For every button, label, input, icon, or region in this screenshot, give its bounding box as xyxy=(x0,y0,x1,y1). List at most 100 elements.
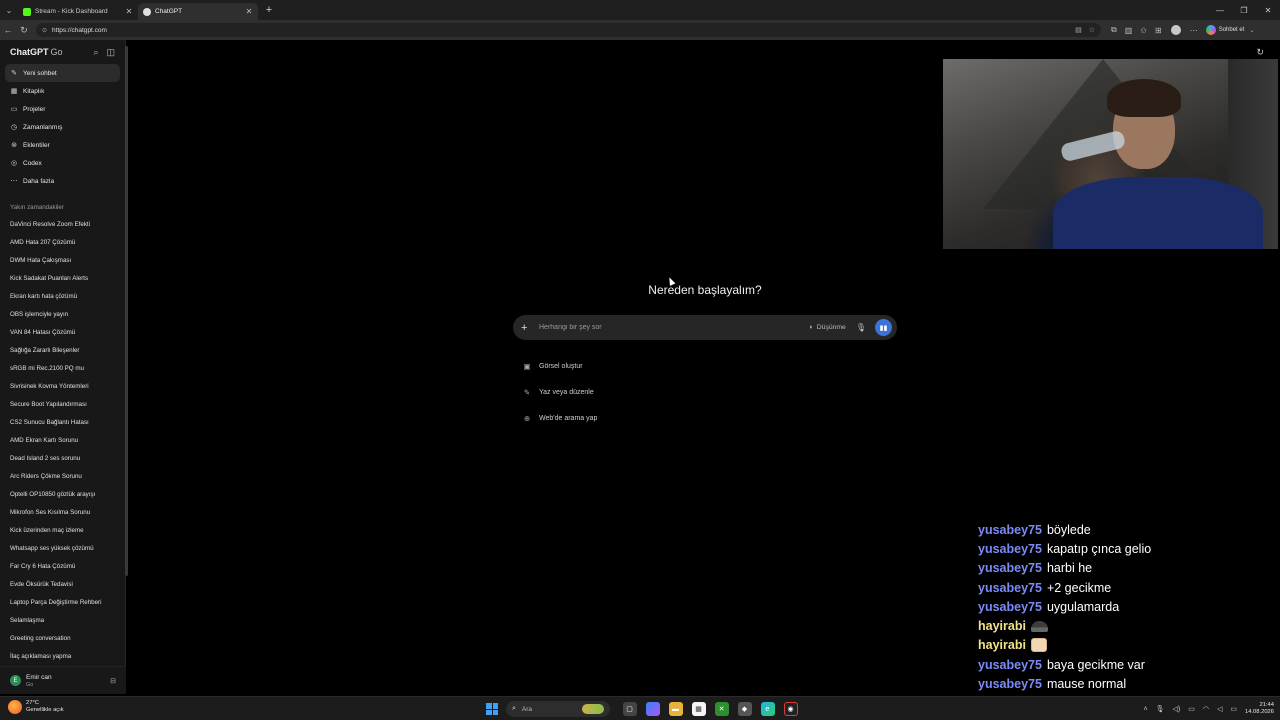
monitor-icon[interactable]: ▭ xyxy=(1188,705,1195,713)
history-item[interactable]: CS2 Sunucu Bağlantı Hatası xyxy=(0,413,125,431)
start-menu-icon[interactable] xyxy=(486,703,498,715)
upgrade-icon[interactable]: ⊟ xyxy=(110,677,116,685)
history-item[interactable]: Kick Sadakat Puanları Alerts xyxy=(0,269,125,287)
edge-icon[interactable]: e xyxy=(760,702,775,716)
store-icon[interactable]: ▦ xyxy=(691,702,706,716)
unity-icon[interactable]: ◆ xyxy=(737,702,752,716)
site-info-icon[interactable]: ⊙ xyxy=(42,27,47,34)
suggestion-web-search[interactable]: ⊕ Web'de arama yap xyxy=(522,412,598,424)
reader-view-icon[interactable]: ▤ xyxy=(1075,26,1082,34)
task-view-icon[interactable]: ▢ xyxy=(622,702,637,716)
microphone-icon[interactable]: 🎙 xyxy=(856,323,866,332)
nav-projects[interactable]: ▭ Projeler xyxy=(5,100,120,118)
collections-icon[interactable]: ⊞ xyxy=(1155,26,1162,35)
chat-text: mause normal xyxy=(1046,677,1127,692)
nav-more[interactable]: ⋯ Daha fazla xyxy=(5,172,120,190)
history-item[interactable]: OBS işlemciyle yayın xyxy=(0,305,125,323)
history-item[interactable]: AMD Ekran Kartı Sorunu xyxy=(0,431,125,449)
chat-username[interactable]: yusabey75 xyxy=(978,658,1042,672)
history-item[interactable]: İlaç açıklaması yapma xyxy=(0,647,125,665)
voice-mode-button[interactable]: ▮▮ xyxy=(875,319,892,336)
split-screen-icon[interactable]: ▥ xyxy=(1125,26,1133,35)
history-item[interactable]: Optelli OP10850 gözlük arayışı xyxy=(0,485,125,503)
sidebar-scrollbar[interactable] xyxy=(125,46,128,576)
chat-username[interactable]: yusabey75 xyxy=(978,677,1042,691)
extensions-icon[interactable]: ⧉ xyxy=(1111,25,1117,35)
history-item[interactable]: Selamlaşma xyxy=(0,611,125,629)
copilot-app-icon[interactable] xyxy=(645,702,660,716)
chat-username[interactable]: yusabey75 xyxy=(978,542,1042,556)
maximize-icon[interactable]: ❐ xyxy=(1232,0,1256,20)
xbox-icon[interactable]: ✕ xyxy=(714,702,729,716)
audio-icon[interactable]: ◁) xyxy=(1173,705,1181,713)
chat-username[interactable]: yusabey75 xyxy=(978,581,1042,595)
share-icon[interactable]: ↻ xyxy=(1256,47,1264,58)
battery-icon[interactable]: ▭ xyxy=(1230,705,1237,713)
history-item[interactable]: Greeting conversation xyxy=(0,629,125,647)
favorites-icon[interactable]: ✩ xyxy=(1140,26,1147,35)
search-icon[interactable]: ⌕ xyxy=(93,47,98,58)
history-item[interactable]: Sivrisinek Kovma Yöntemleri xyxy=(0,377,125,395)
more-menu-icon[interactable]: ⋯ xyxy=(1190,26,1198,35)
chat-username[interactable]: yusabey75 xyxy=(978,523,1042,537)
history-item[interactable]: Far Cry 6 Hata Çözümü xyxy=(0,557,125,575)
tab-kick-dashboard[interactable]: Stream - Kick Dashboard ✕ xyxy=(18,3,138,20)
tray-arrow-icon[interactable]: ˄ xyxy=(1144,706,1148,713)
history-item[interactable]: Sağlığa Zararlı Bileşenler xyxy=(0,341,125,359)
minimize-icon[interactable]: — xyxy=(1208,0,1232,20)
nav-plugins[interactable]: ⊛ Eklentiler xyxy=(5,136,120,154)
suggestion-write-edit[interactable]: ✎ Yaz veya düzenle xyxy=(522,386,594,398)
clock[interactable]: 21:44 14.08.2026 xyxy=(1245,702,1274,716)
close-tab-icon[interactable]: ✕ xyxy=(245,7,253,16)
address-bar[interactable]: ⊙ https://chatgpt.com ▤ ☆ xyxy=(36,23,1101,37)
streamer-shirt xyxy=(1053,177,1263,249)
nav-library[interactable]: ▦ Kitaplık xyxy=(5,82,120,100)
volume-icon[interactable]: ◁ xyxy=(1217,705,1222,713)
tab-chatgpt[interactable]: ChatGPT ✕ xyxy=(138,3,258,20)
history-item[interactable]: sRGB mi Rec.2100 PQ mu xyxy=(0,359,125,377)
prompt-input[interactable] xyxy=(539,324,810,331)
file-explorer-icon[interactable]: ▬ xyxy=(668,702,683,716)
url-text: https://chatgpt.com xyxy=(52,26,107,34)
history-item[interactable]: DWM Hata Çakışması xyxy=(0,251,125,269)
reload-icon[interactable]: ↻ xyxy=(16,21,32,39)
chat-username[interactable]: hayirabi xyxy=(978,619,1026,633)
user-profile[interactable]: E Emir can Go ⊟ xyxy=(0,666,126,694)
history-item[interactable]: Kick üzerinden maç izleme xyxy=(0,521,125,539)
app-icon[interactable]: ◉ xyxy=(783,702,798,716)
new-tab-button[interactable]: + xyxy=(261,2,277,18)
back-arrow-icon[interactable]: ← xyxy=(0,21,16,39)
profile-avatar[interactable] xyxy=(1170,25,1181,35)
taskbar-search[interactable]: ⌕ Ara xyxy=(506,701,610,717)
nav-codex[interactable]: ◎ Codex xyxy=(5,154,120,172)
history-item[interactable]: Laptop Parça Değiştirme Rehberi xyxy=(0,593,125,611)
think-toggle[interactable]: ◐ Düşünme xyxy=(810,324,846,331)
history-item[interactable]: Dead Island 2 ses sorunu xyxy=(0,449,125,467)
sidebar-toggle-icon[interactable]: ◫ xyxy=(106,47,115,58)
brand-logo[interactable]: ChatGPT Go xyxy=(10,47,63,57)
close-tab-icon[interactable]: ✕ xyxy=(125,7,133,16)
favorite-star-icon[interactable]: ☆ xyxy=(1089,26,1095,34)
history-item[interactable]: VAN 84 Hatası Çözümü xyxy=(0,323,125,341)
chat-username[interactable]: hayirabi xyxy=(978,638,1026,652)
suggestion-create-image[interactable]: ▣ Görsel oluştur xyxy=(522,360,582,372)
close-window-icon[interactable]: ✕ xyxy=(1256,0,1280,20)
chat-username[interactable]: yusabey75 xyxy=(978,561,1042,575)
attach-plus-icon[interactable]: + xyxy=(521,322,533,334)
copilot-button[interactable]: Sohbet et ⌄ xyxy=(1205,25,1254,35)
history-item[interactable]: Arc Riders Çökme Sorunu xyxy=(0,467,125,485)
history-item[interactable]: Mikrofon Ses Kısılma Sorunu xyxy=(0,503,125,521)
mic-tray-icon[interactable]: 🎙 xyxy=(1156,705,1165,713)
history-item[interactable]: Secure Boot Yapılandırması xyxy=(0,395,125,413)
history-item[interactable]: DaVinci Resolve Zoom Efekti xyxy=(0,215,125,233)
history-item[interactable]: Whatsapp ses yüksek çözümü xyxy=(0,539,125,557)
chat-username[interactable]: yusabey75 xyxy=(978,600,1042,614)
history-item[interactable]: Ekran kartı hata çözümü xyxy=(0,287,125,305)
weather-widget[interactable]: 27°C Genellikle açık xyxy=(8,700,64,714)
history-item[interactable]: Evde Öksürük Tedavisi xyxy=(0,575,125,593)
history-item[interactable]: AMD Hata 207 Çözümü xyxy=(0,233,125,251)
nav-scheduled[interactable]: ◷ Zamanlanmış xyxy=(5,118,120,136)
nav-new-chat[interactable]: ✎ Yeni sohbet xyxy=(5,64,120,82)
wifi-icon[interactable]: ◠ xyxy=(1203,705,1209,713)
tab-actions-chevron-icon[interactable]: ⌄ xyxy=(0,0,18,20)
